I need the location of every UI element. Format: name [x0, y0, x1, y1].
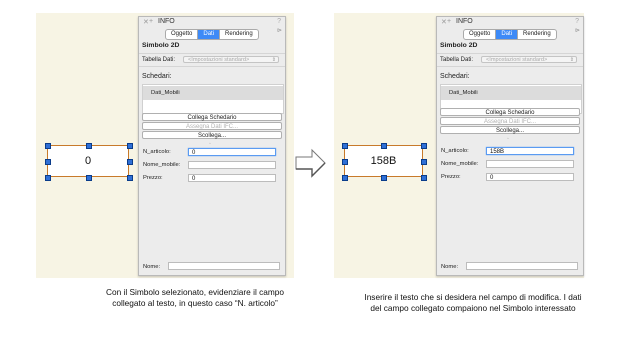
tabella-dati-label: Tabella Dati:	[440, 57, 474, 63]
nome-mobile-label: Nome_mobile:	[441, 161, 479, 167]
name-row: Nome:	[440, 262, 580, 272]
palette-title: INFO	[456, 18, 473, 25]
palette-menu-icon[interactable]: ⊳	[277, 27, 282, 34]
schedari-title: Schedari:	[440, 73, 470, 80]
tab-dati[interactable]: Dati	[198, 30, 221, 39]
field-row-prezzo: Prezzo: 0	[440, 173, 580, 182]
symbol-text: 158B	[370, 155, 397, 167]
prezzo-field[interactable]: 0	[486, 173, 574, 181]
selection-handle[interactable]	[45, 175, 51, 181]
n-articolo-label: N_articolo:	[143, 149, 171, 155]
schedari-list[interactable]: Dati_Mobili	[142, 84, 284, 114]
close-icon[interactable]: ✕	[441, 18, 447, 26]
tab-bar: Oggetto Dati Rendering	[165, 29, 259, 40]
symbol-object-right[interactable]: 158B	[344, 145, 423, 177]
palette-menu-icon[interactable]: ⊳	[575, 27, 580, 34]
nome-mobile-field[interactable]	[486, 160, 574, 168]
close-icon[interactable]: ✕	[143, 18, 149, 26]
tab-oggetto[interactable]: Oggetto	[464, 30, 497, 39]
caption-right: Inserire il testo che si desidera nel ca…	[364, 292, 582, 313]
fields-area: N_articolo: 0 Nome_mobile: Prezzo: 0	[142, 148, 282, 206]
selection-handle[interactable]	[342, 143, 348, 149]
name-input[interactable]	[168, 262, 280, 270]
selection-handle[interactable]	[342, 159, 348, 165]
scollega-button[interactable]: Scollega...	[142, 131, 282, 139]
tab-rendering[interactable]: Rendering	[220, 30, 258, 39]
tabella-dati-label: Tabella Dati:	[142, 57, 176, 63]
collega-schedario-button[interactable]: Collega Schedario	[440, 108, 580, 116]
selection-handle[interactable]	[45, 143, 51, 149]
n-articolo-field[interactable]: 0	[188, 148, 276, 156]
selection-handle[interactable]	[342, 175, 348, 181]
selection-handle[interactable]	[86, 143, 92, 149]
symbol-text: 0	[84, 155, 92, 167]
info-palette-left: ✕ + INFO ? ⊳ Oggetto Dati Rendering Simb…	[138, 16, 286, 276]
prezzo-label: Prezzo:	[441, 174, 461, 180]
tabella-dati-select[interactable]: <Impostazioni standard> ⇕	[183, 56, 279, 63]
selection-handle[interactable]	[421, 143, 427, 149]
name-label: Nome:	[143, 264, 161, 270]
splitter-handle-icon[interactable]: ◦	[507, 136, 509, 142]
selection-handle[interactable]	[421, 159, 427, 165]
scollega-button[interactable]: Scollega...	[440, 126, 580, 134]
schedari-title: Schedari:	[142, 73, 172, 80]
tab-rendering[interactable]: Rendering	[518, 30, 556, 39]
assegna-dati-ifc-button[interactable]: Assegna Dati IFC...	[440, 117, 580, 125]
field-row-nome-mobile: Nome_mobile:	[142, 161, 282, 170]
selection-handle[interactable]	[86, 175, 92, 181]
field-row-prezzo: Prezzo: 0	[142, 174, 282, 183]
selection-handle[interactable]	[45, 159, 51, 165]
symbol-object-left[interactable]: 0	[47, 145, 129, 177]
selection-handle[interactable]	[381, 175, 387, 181]
palette-titlebar: ✕ + INFO ?	[437, 17, 583, 28]
assegna-dati-ifc-button[interactable]: Assegna Dati IFC...	[142, 122, 282, 130]
palette-title: INFO	[158, 18, 175, 25]
nome-mobile-label: Nome_mobile:	[143, 162, 181, 168]
help-icon[interactable]: ?	[277, 18, 281, 25]
field-row-n-articolo: N_articolo: 158B	[440, 147, 580, 156]
n-articolo-field[interactable]: 158B	[486, 147, 574, 155]
tabella-dati-row: Tabella Dati: <Impostazioni standard> ⇕	[437, 53, 583, 67]
splitter-handle-icon[interactable]: ◦	[209, 141, 211, 147]
n-articolo-label: N_articolo:	[441, 148, 469, 154]
prezzo-label: Prezzo:	[143, 175, 163, 181]
tab-bar: Oggetto Dati Rendering	[463, 29, 557, 40]
selection-handle[interactable]	[127, 143, 133, 149]
field-row-n-articolo: N_articolo: 0	[142, 148, 282, 157]
caption-left: Con il Simbolo selezionato, evidenziare …	[105, 287, 284, 308]
selection-handle[interactable]	[127, 159, 133, 165]
field-row-nome-mobile: Nome_mobile:	[440, 160, 580, 169]
prezzo-field[interactable]: 0	[188, 174, 276, 182]
chevron-updown-icon: ⇕	[569, 57, 574, 63]
palette-titlebar: ✕ + INFO ?	[139, 17, 285, 28]
tabella-dati-row: Tabella Dati: <Impostazioni standard> ⇕	[139, 53, 285, 67]
info-palette-right: ✕ + INFO ? ⊳ Oggetto Dati Rendering Simb…	[436, 16, 584, 276]
list-item[interactable]: Dati_Mobili	[441, 86, 581, 100]
expand-icon[interactable]: +	[447, 18, 451, 25]
nome-mobile-field[interactable]	[188, 161, 276, 169]
fields-area: N_articolo: 158B Nome_mobile: Prezzo: 0	[440, 147, 580, 205]
selection-handle[interactable]	[381, 143, 387, 149]
list-item[interactable]: Dati_Mobili	[143, 86, 283, 100]
arrow-right-icon	[295, 148, 326, 178]
selection-handle[interactable]	[127, 175, 133, 181]
help-icon[interactable]: ?	[575, 18, 579, 25]
tabella-dati-select[interactable]: <Impostazioni standard> ⇕	[481, 56, 577, 63]
name-input[interactable]	[466, 262, 578, 270]
expand-icon[interactable]: +	[149, 18, 153, 25]
object-type-title: Simbolo 2D	[440, 42, 478, 49]
selection-handle[interactable]	[421, 175, 427, 181]
object-type-title: Simbolo 2D	[142, 42, 180, 49]
collega-schedario-button[interactable]: Collega Schedario	[142, 113, 282, 121]
name-row: Nome:	[142, 262, 282, 272]
tab-oggetto[interactable]: Oggetto	[166, 30, 199, 39]
tab-dati[interactable]: Dati	[496, 30, 519, 39]
chevron-updown-icon: ⇕	[271, 57, 276, 63]
name-label: Nome:	[441, 264, 459, 270]
